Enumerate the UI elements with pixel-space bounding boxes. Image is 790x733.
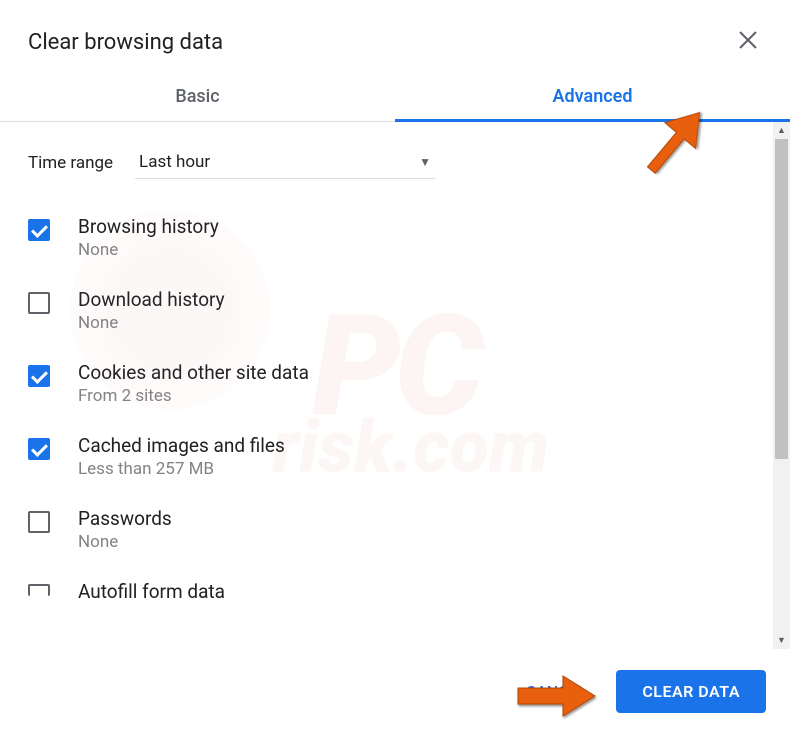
item-text: Autofill form data: [78, 580, 225, 605]
item-subtitle: None: [78, 532, 172, 552]
checkbox-download-history[interactable]: [28, 292, 50, 314]
tab-basic[interactable]: Basic: [0, 72, 395, 121]
clear-data-dialog: Clear browsing data Basic Advanced Time …: [0, 0, 790, 733]
item-title: Download history: [78, 288, 225, 311]
dialog-title: Clear browsing data: [28, 30, 223, 55]
item-cookies: Cookies and other site data From 2 sites: [28, 361, 745, 406]
item-text: Cookies and other site data From 2 sites: [78, 361, 309, 406]
time-range-value: Last hour: [139, 152, 210, 172]
checkbox-cached[interactable]: [28, 438, 50, 460]
cancel-button[interactable]: CANCEL: [508, 672, 605, 711]
checkbox-autofill[interactable]: [28, 584, 50, 596]
item-title: Cookies and other site data: [78, 361, 309, 384]
time-range-select[interactable]: Last hour ▼: [135, 146, 435, 179]
item-download-history: Download history None: [28, 288, 745, 333]
item-title: Autofill form data: [78, 580, 225, 603]
scroll-track[interactable]: [773, 139, 790, 632]
chevron-down-icon: ▼: [419, 155, 431, 169]
item-text: Cached images and files Less than 257 MB: [78, 434, 285, 479]
dialog-footer: CANCEL CLEAR DATA: [0, 649, 790, 733]
time-range-row: Time range Last hour ▼: [28, 146, 745, 179]
checkbox-cookies[interactable]: [28, 365, 50, 387]
item-cached: Cached images and files Less than 257 MB: [28, 434, 745, 479]
item-passwords: Passwords None: [28, 507, 745, 552]
item-title: Browsing history: [78, 215, 219, 238]
item-autofill: Autofill form data: [28, 580, 745, 605]
item-text: Browsing history None: [78, 215, 219, 260]
dialog-header: Clear browsing data: [0, 0, 790, 72]
clear-data-button[interactable]: CLEAR DATA: [616, 670, 766, 713]
item-browsing-history: Browsing history None: [28, 215, 745, 260]
tab-advanced[interactable]: Advanced: [395, 72, 790, 121]
scroll-thumb[interactable]: [775, 139, 788, 459]
time-range-label: Time range: [28, 153, 113, 173]
tabs-bar: Basic Advanced: [0, 72, 790, 122]
item-title: Passwords: [78, 507, 172, 530]
content-area: Time range Last hour ▼ Browsing history …: [0, 122, 773, 649]
scrollbar[interactable]: ▲ ▼: [773, 122, 790, 649]
scroll-up-icon[interactable]: ▲: [773, 122, 790, 139]
close-icon[interactable]: [734, 24, 762, 60]
scroll-down-icon[interactable]: ▼: [773, 632, 790, 649]
content-wrapper: Time range Last hour ▼ Browsing history …: [0, 122, 790, 649]
item-subtitle: None: [78, 240, 219, 260]
item-text: Passwords None: [78, 507, 172, 552]
checkbox-browsing-history[interactable]: [28, 219, 50, 241]
item-subtitle: Less than 257 MB: [78, 459, 285, 479]
item-subtitle: From 2 sites: [78, 386, 309, 406]
item-title: Cached images and files: [78, 434, 285, 457]
item-text: Download history None: [78, 288, 225, 333]
checkbox-passwords[interactable]: [28, 511, 50, 533]
item-subtitle: None: [78, 313, 225, 333]
